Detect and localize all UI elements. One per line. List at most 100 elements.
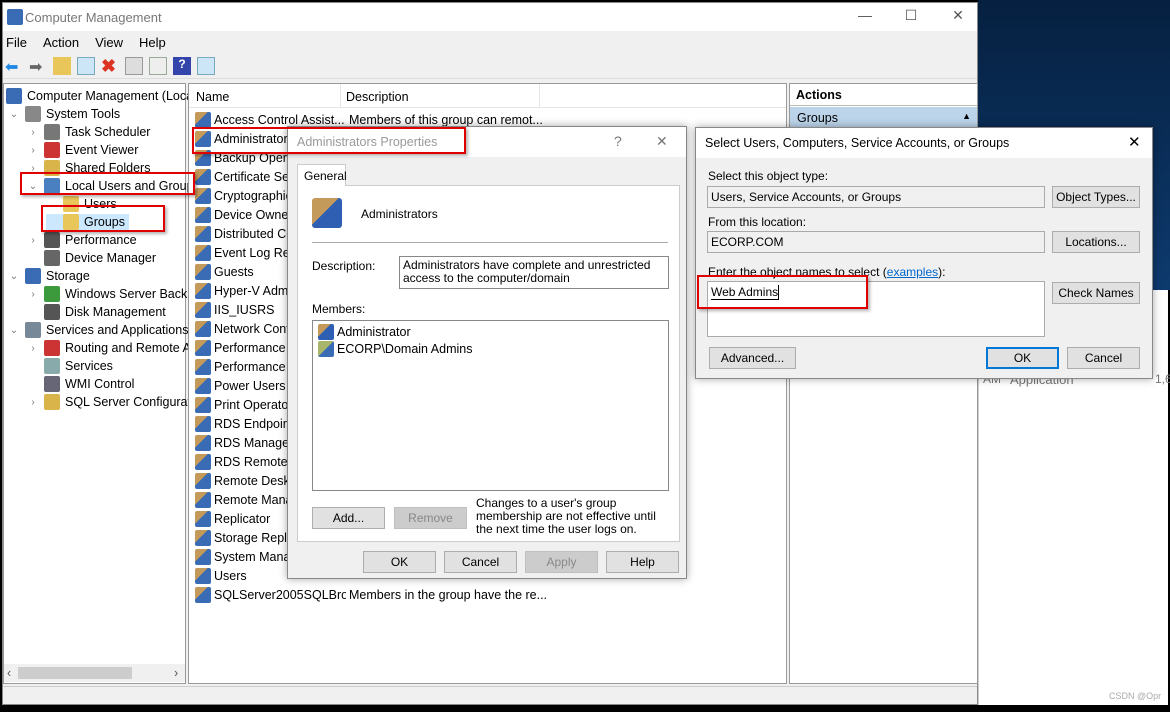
object-types-button[interactable]: Object Types... [1052, 186, 1140, 208]
help-title-button[interactable]: ? [614, 133, 622, 149]
menu-view[interactable]: View [95, 35, 123, 50]
select-close-button[interactable]: ✕ [1128, 133, 1141, 151]
group-icon [195, 283, 211, 299]
maximize-button[interactable]: ☐ [891, 7, 931, 24]
tree-item[interactable]: › Routing and Remote Ac [27, 340, 197, 356]
general-tab-panel: Administrators Description: Administrato… [297, 185, 680, 542]
member-item[interactable]: ECORP\Domain Admins [318, 341, 472, 357]
menu-file[interactable]: File [6, 35, 27, 50]
scrollbar-thumb[interactable] [18, 667, 132, 679]
tree-item[interactable]: › Windows Server Backup [27, 286, 201, 302]
back-icon[interactable]: ⬅ [5, 57, 23, 76]
tree-item[interactable]: Device Manager [27, 250, 156, 266]
actions-section-groups[interactable]: Groups ▲ [790, 107, 977, 129]
column-description[interactable]: Description [346, 90, 409, 104]
tree-node-icon [44, 232, 60, 248]
chevron-down-icon[interactable]: ⌄ [8, 271, 20, 282]
apply-button[interactable]: Apply [525, 551, 598, 573]
show-hide-tree-icon[interactable] [77, 56, 95, 75]
properties-icon[interactable] [125, 56, 143, 75]
close-button[interactable]: ✕ [938, 7, 978, 24]
examples-link[interactable]: examples [887, 265, 938, 279]
menu-help[interactable]: Help [139, 35, 166, 50]
chevron-down-icon[interactable]: ⌄ [8, 109, 20, 120]
help-button[interactable]: Help [606, 551, 679, 573]
help-icon[interactable]: ? [173, 56, 191, 75]
add-button[interactable]: Add... [312, 507, 385, 529]
description-field[interactable]: Administrators have complete and unrestr… [399, 256, 669, 289]
check-names-button[interactable]: Check Names [1052, 282, 1140, 304]
tree-item[interactable]: › Event Viewer [27, 142, 138, 158]
computer-management-icon [7, 9, 23, 25]
group-name: Administrators [361, 207, 438, 221]
watermark: CSDN @Opr [1109, 691, 1162, 701]
chevron-right-icon[interactable]: › [27, 145, 39, 156]
tree-item-label: Disk Management [65, 305, 166, 319]
tree-item[interactable]: Services [27, 358, 113, 374]
minimize-button[interactable]: — [845, 7, 885, 23]
ok-button[interactable]: OK [363, 551, 436, 573]
menu-action[interactable]: Action [43, 35, 79, 50]
table-row[interactable]: SQLServer2005SQLBro... Members in the gro… [195, 587, 547, 603]
group-icon [195, 378, 211, 394]
location-field: ECORP.COM [707, 231, 1045, 253]
tree-item[interactable]: ⌄ Services and Applications [8, 322, 188, 338]
delete-icon[interactable]: ✖ [101, 57, 119, 75]
collapse-icon[interactable]: ▲ [962, 111, 971, 121]
forward-icon[interactable]: ➡ [29, 57, 47, 76]
members-list[interactable]: Administrator ECORP\Domain Admins [312, 320, 669, 491]
tree-node-icon [44, 304, 60, 320]
title-bar: Computer Management — ☐ ✕ [3, 3, 977, 31]
group-icon [195, 549, 211, 565]
remove-button[interactable]: Remove [394, 507, 467, 529]
tab-general[interactable]: General [297, 164, 347, 186]
chevron-right-icon[interactable]: › [27, 235, 39, 246]
tree-item[interactable]: Disk Management [27, 304, 166, 320]
advanced-button[interactable]: Advanced... [709, 347, 796, 369]
tree-node-icon [25, 106, 41, 122]
tree-item[interactable]: ⌄ System Tools [8, 106, 120, 122]
select-title: Select Users, Computers, Service Account… [705, 136, 1010, 150]
group-name: Access Control Assist... [214, 113, 345, 127]
chevron-right-icon[interactable]: › [27, 397, 39, 408]
chevron-down-icon[interactable]: ⌄ [8, 325, 20, 336]
show-hide-action-pane-icon[interactable] [197, 56, 215, 75]
tree-item[interactable]: Computer Management (Local [6, 88, 196, 104]
group-icon [195, 397, 211, 413]
group-description: Members of this group can remot... [349, 113, 543, 127]
properties-close-button[interactable]: ✕ [656, 133, 668, 150]
tree-item-label: Computer Management (Local [27, 89, 196, 103]
scroll-left-icon[interactable]: ‹ [7, 666, 11, 680]
tree-item[interactable]: › Performance [27, 232, 137, 248]
scroll-right-icon[interactable]: › [174, 666, 178, 680]
select-ok-button[interactable]: OK [986, 347, 1059, 369]
tree-node-icon [44, 358, 60, 374]
export-list-icon[interactable] [149, 56, 167, 75]
tree-node-icon [44, 376, 60, 392]
tree-item[interactable]: ⌄ Storage [8, 268, 90, 284]
tree-item-label: Performance [65, 233, 137, 247]
object-type-field: Users, Service Accounts, or Groups [707, 186, 1045, 208]
up-folder-icon[interactable] [53, 56, 71, 75]
group-icon [195, 188, 211, 204]
chevron-right-icon[interactable]: › [27, 127, 39, 138]
tree-item[interactable]: › SQL Server Configuratio [27, 394, 201, 410]
tree-node-icon [44, 142, 60, 158]
actions-header: Actions [790, 84, 977, 106]
locations-button[interactable]: Locations... [1052, 231, 1140, 253]
member-name: Administrator [337, 325, 411, 339]
toolbar: ⬅ ➡ ✖ ? [3, 53, 977, 79]
cancel-button[interactable]: Cancel [444, 551, 517, 573]
group-icon [195, 530, 211, 546]
tree-item[interactable]: › Task Scheduler [27, 124, 150, 140]
tree-item[interactable]: WMI Control [27, 376, 134, 392]
chevron-right-icon[interactable]: › [27, 343, 39, 354]
member-item[interactable]: Administrator [318, 324, 411, 340]
chevron-right-icon[interactable]: › [27, 289, 39, 300]
column-name[interactable]: Name [196, 90, 229, 104]
description-label: Description: [312, 259, 376, 273]
tree-node-icon [25, 322, 41, 338]
tree-item-label: Services and Applications [46, 323, 189, 337]
select-cancel-button[interactable]: Cancel [1067, 347, 1140, 369]
horizontal-scrollbar[interactable]: ‹ › [4, 664, 185, 682]
